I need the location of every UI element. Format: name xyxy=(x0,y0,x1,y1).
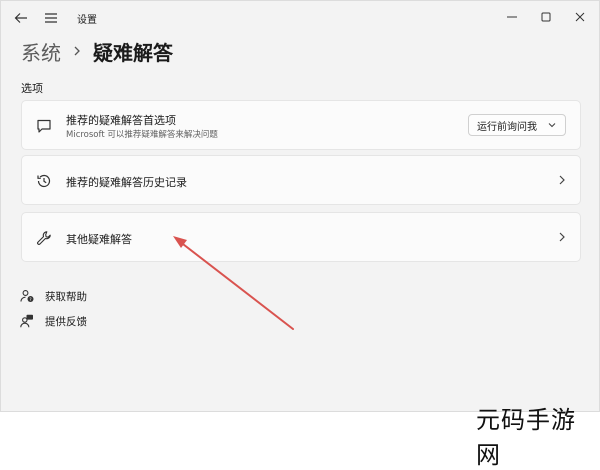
settings-window: 设置 系统 疑难解答 选项 推荐的疑难解答首选项 Microsoft 可以推荐疑… xyxy=(0,0,600,412)
site-brand-watermark: 元码手游网 xyxy=(476,406,576,469)
annotation-arrow xyxy=(173,236,294,330)
